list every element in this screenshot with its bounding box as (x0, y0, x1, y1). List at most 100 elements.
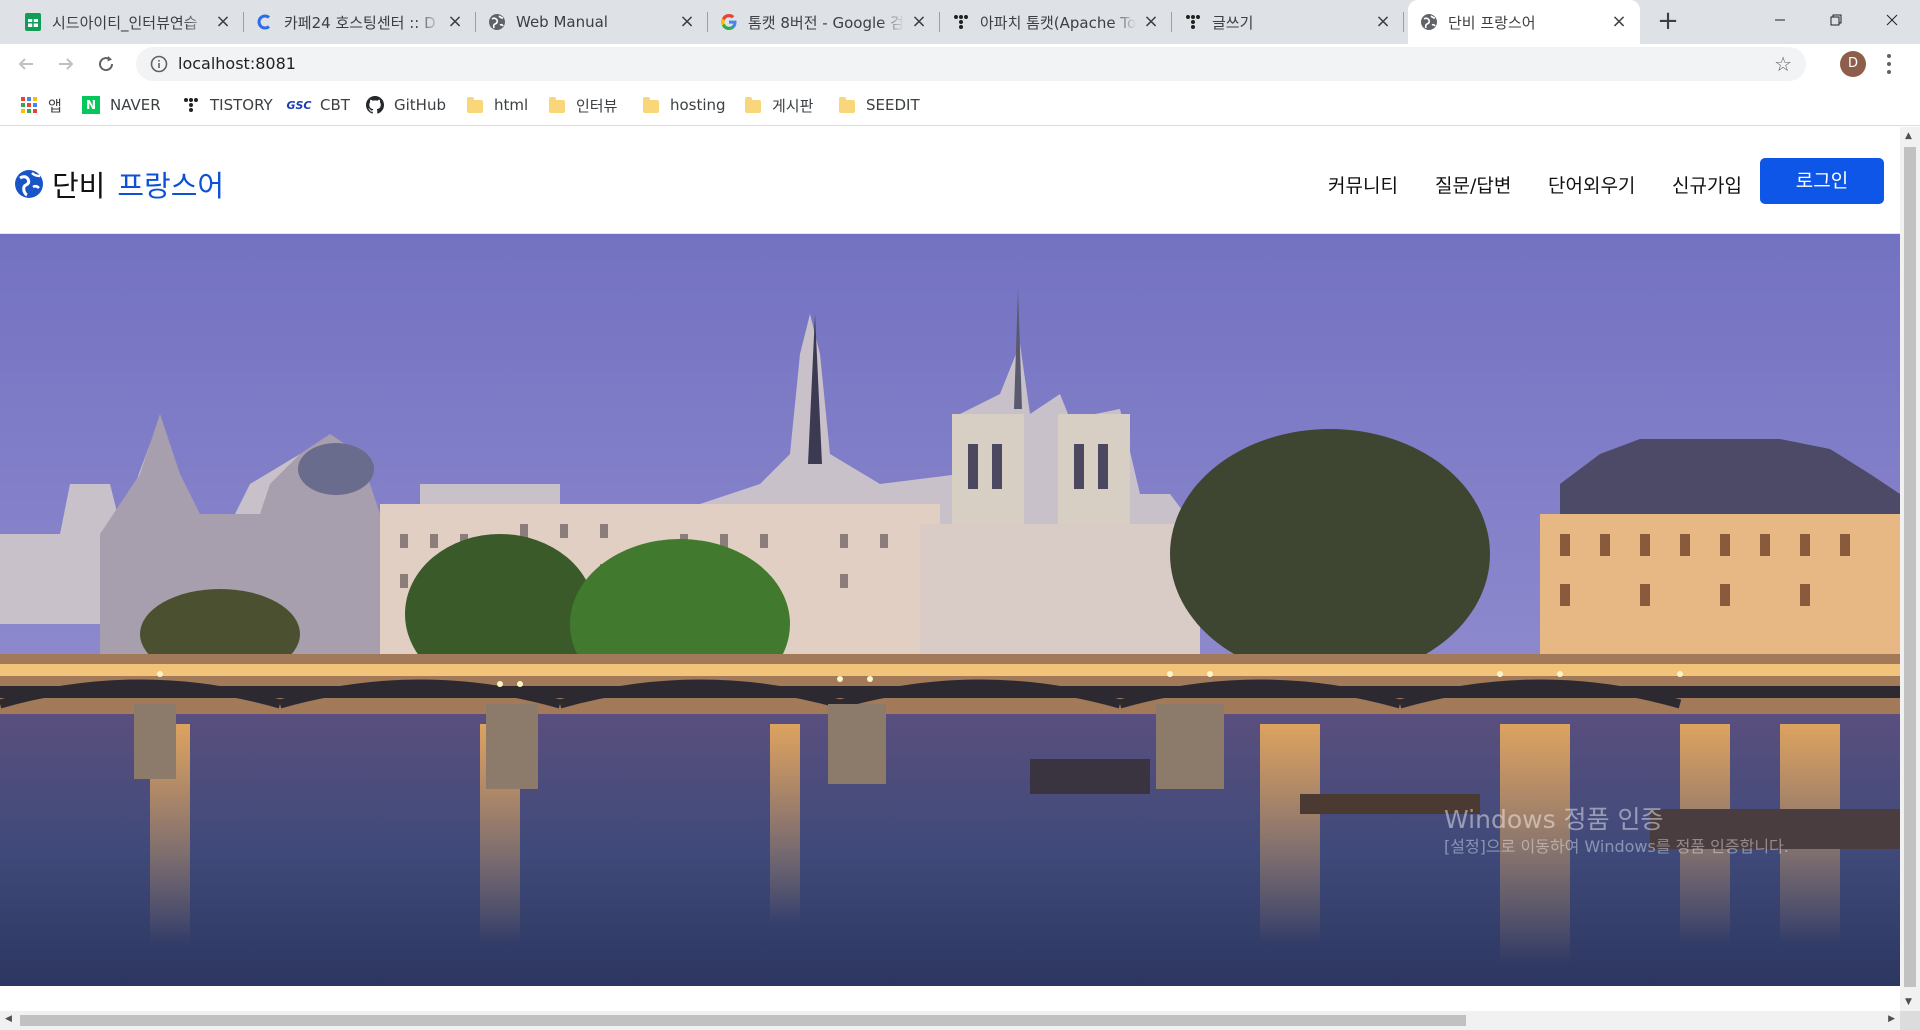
close-icon[interactable]: × (678, 13, 696, 31)
arrow-right-icon (59, 58, 74, 70)
windows-activation-subtitle: [설정]으로 이동하여 Windows를 정품 인증합니다. (1444, 837, 1789, 856)
close-icon[interactable]: × (1610, 13, 1628, 31)
back-button[interactable] (12, 50, 40, 78)
bookmark-folder-board[interactable]: 게시판 (744, 94, 813, 116)
info-icon[interactable] (150, 55, 168, 73)
tistory-icon (182, 96, 200, 114)
bookmark-label: GitHub (394, 96, 446, 114)
site-header: 단비 프랑스어 커뮤니티 질문/답변 단어외우기 신규가입 로그인 (0, 127, 1900, 234)
github-icon (366, 96, 384, 114)
address-bar[interactable]: localhost:8081 ☆ (136, 47, 1806, 81)
tab-title: 아파치 톰캣(Apache To (980, 13, 1136, 32)
google-sheets-icon (24, 13, 42, 31)
reload-button[interactable] (92, 50, 120, 78)
horizontal-scrollbar[interactable]: ◀ ▶ (0, 1011, 1900, 1030)
scroll-up-icon[interactable]: ▲ (1905, 131, 1912, 141)
reload-icon (99, 56, 114, 72)
bookmark-label: 인터뷰 (576, 96, 618, 115)
close-icon[interactable]: × (1142, 13, 1160, 31)
tab-4[interactable]: 아파치 톰캣(Apache To × (940, 0, 1172, 44)
browser-tab-strip: 시드아이티_인터뷰연습 × 카페24 호스팅센터 :: D × Web Manu… (0, 0, 1920, 44)
tab-5[interactable]: 글쓰기 × (1172, 0, 1404, 44)
bookmark-label: hosting (670, 96, 726, 114)
site-logo[interactable]: 단비 프랑스어 (14, 163, 224, 205)
bookmark-folder-html[interactable]: html (466, 94, 528, 116)
bookmarks-bar: 앱 N NAVER TISTORY GSC CBT GitHub html 인터… (0, 84, 1920, 126)
restore-icon (1830, 14, 1842, 26)
bookmark-label: html (494, 96, 529, 114)
bookmark-folder-interview[interactable]: 인터뷰 (548, 94, 617, 116)
arrow-left-icon (18, 58, 33, 70)
nav-signup[interactable]: 신규가입 (1672, 171, 1742, 198)
minimize-icon (1775, 19, 1785, 21)
bookmark-github[interactable]: GitHub (366, 94, 446, 116)
close-window-button[interactable] (1864, 0, 1920, 40)
tab-title: 시드아이티_인터뷰연습 (52, 13, 198, 32)
vertical-scrollbar[interactable]: ▲ ▼ (1900, 127, 1920, 1011)
close-window-icon (1886, 14, 1898, 26)
bookmark-label: TISTORY (210, 96, 273, 114)
tab-title: 글쓰기 (1212, 13, 1254, 32)
close-icon[interactable]: × (214, 13, 232, 31)
logo-word: 단비 (52, 169, 106, 203)
minimize-button[interactable] (1752, 0, 1808, 40)
globe-icon (1420, 13, 1438, 31)
tistory-icon (1184, 13, 1202, 31)
google-icon (720, 13, 738, 31)
bookmark-tistory[interactable]: TISTORY (182, 94, 273, 116)
gsc-icon: GSC (286, 98, 312, 112)
folder-icon (838, 96, 856, 114)
tistory-icon (952, 13, 970, 31)
scroll-left-icon[interactable]: ◀ (5, 1014, 12, 1024)
tab-title: 카페24 호스팅센터 :: D (284, 13, 436, 32)
restore-button[interactable] (1808, 0, 1864, 40)
profile-avatar[interactable]: D (1840, 51, 1866, 77)
tab-title: Web Manual (516, 13, 608, 31)
scroll-down-icon[interactable]: ▼ (1905, 997, 1912, 1007)
url-text[interactable]: localhost:8081 (178, 54, 296, 73)
bookmark-label: SEEDIT (866, 96, 920, 114)
bookmark-cbt[interactable]: GSC CBT (286, 94, 350, 116)
bookmark-folder-seedit[interactable]: SEEDIT (838, 94, 920, 116)
login-button[interactable]: 로그인 (1760, 158, 1884, 204)
bookmark-folder-hosting[interactable]: hosting (642, 94, 726, 116)
globe-icon (488, 13, 506, 31)
close-icon[interactable]: × (446, 13, 464, 31)
horizontal-scroll-thumb[interactable] (20, 1015, 1466, 1026)
tab-3[interactable]: 톰캣 8버전 - Google 검색 × (708, 0, 940, 44)
scroll-right-icon[interactable]: ▶ (1888, 1014, 1895, 1024)
bookmark-apps[interactable]: 앱 (20, 94, 62, 116)
bookmark-naver[interactable]: N NAVER (82, 94, 161, 116)
tab-2[interactable]: Web Manual × (476, 0, 708, 44)
tab-6-active[interactable]: 단비 프랑스어 × (1408, 0, 1640, 44)
close-icon[interactable]: × (910, 13, 928, 31)
close-icon[interactable]: × (1374, 13, 1392, 31)
naver-icon: N (82, 96, 100, 114)
bookmark-label: NAVER (110, 96, 161, 114)
tab-title: 톰캣 8버전 - Google 검색 (748, 13, 904, 32)
vertical-scroll-thumb[interactable] (1904, 147, 1916, 987)
cafe24-icon (256, 13, 274, 31)
bookmark-label: 게시판 (772, 96, 814, 115)
windows-activation-title: Windows 정품 인증 (1444, 805, 1664, 834)
tab-title: 단비 프랑스어 (1448, 13, 1536, 32)
scrollbar-corner (1900, 1011, 1920, 1030)
page-viewport: 단비 프랑스어 커뮤니티 질문/답변 단어외우기 신규가입 로그인 (0, 127, 1900, 1011)
bookmark-label: 앱 (48, 96, 62, 115)
nav-qna[interactable]: 질문/답변 (1435, 171, 1511, 198)
folder-icon (548, 96, 566, 114)
nav-vocabulary[interactable]: 단어외우기 (1548, 171, 1635, 198)
hero-image (0, 234, 1900, 986)
browser-toolbar: localhost:8081 ☆ D (0, 44, 1920, 84)
folder-icon (744, 96, 762, 114)
tab-1[interactable]: 카페24 호스팅센터 :: D × (244, 0, 476, 44)
tab-0[interactable]: 시드아이티_인터뷰연습 × (12, 0, 244, 44)
bookmark-label: CBT (320, 96, 350, 114)
folder-icon (466, 96, 484, 114)
new-tab-button[interactable]: + (1654, 8, 1682, 36)
more-menu-icon[interactable] (1886, 54, 1892, 74)
globe-logo-icon (15, 170, 43, 198)
nav-community[interactable]: 커뮤니티 (1328, 171, 1398, 198)
bookmark-star-icon[interactable]: ☆ (1774, 52, 1792, 76)
forward-button[interactable] (52, 50, 80, 78)
